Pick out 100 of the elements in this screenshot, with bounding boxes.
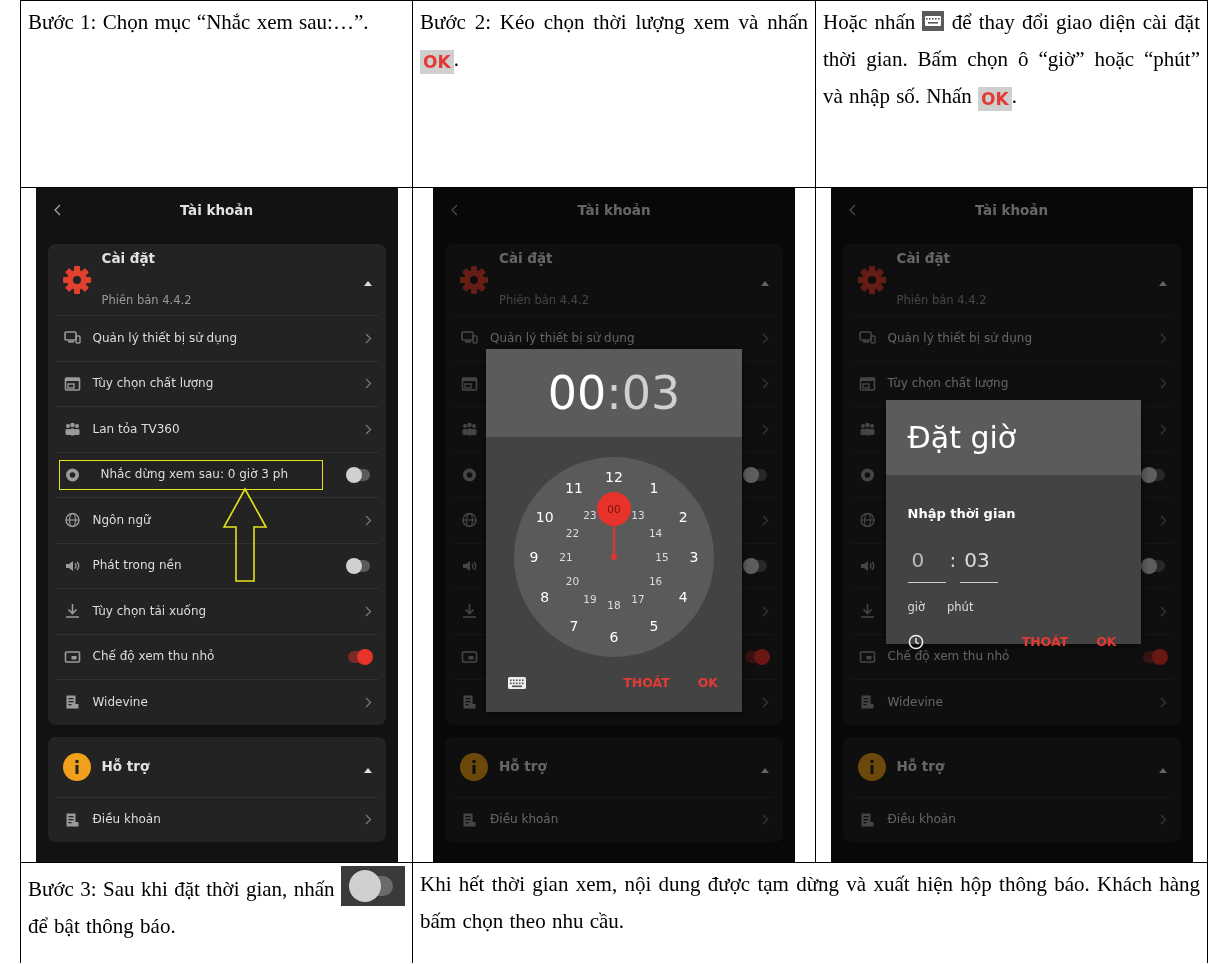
window-icon bbox=[858, 375, 876, 392]
clock-number[interactable]: 5 bbox=[649, 619, 659, 634]
people-icon bbox=[63, 421, 81, 438]
minutes-digits[interactable]: 03 bbox=[621, 374, 681, 412]
toggle-switch[interactable] bbox=[1142, 559, 1165, 572]
toggle-switch[interactable] bbox=[1142, 468, 1165, 481]
people-icon bbox=[461, 421, 478, 438]
setting-label[interactable]: Ngôn ngữ bbox=[92, 501, 151, 539]
chevron-right-icon bbox=[1159, 605, 1167, 617]
clock-number[interactable]: 3 bbox=[689, 550, 699, 564]
toggle-switch[interactable] bbox=[347, 650, 370, 663]
clock-number[interactable]: 22 bbox=[565, 527, 580, 539]
section-title: Cài đặt bbox=[896, 249, 952, 268]
chevron-right-icon bbox=[1159, 378, 1167, 390]
setting-label[interactable]: Chế độ xem thu nhỏ bbox=[92, 638, 215, 676]
clock-number[interactable]: 7 bbox=[569, 619, 579, 634]
chevron-right-icon bbox=[364, 378, 372, 390]
time-separator: : bbox=[949, 547, 957, 574]
toggle-switch[interactable] bbox=[347, 559, 370, 572]
clock-number[interactable]: 4 bbox=[678, 590, 688, 604]
clock-number[interactable]: 16 bbox=[648, 575, 663, 587]
clock-number[interactable]: 14 bbox=[648, 527, 663, 539]
keyboard-icon[interactable] bbox=[508, 676, 526, 689]
toggle-switch[interactable] bbox=[745, 650, 767, 663]
toggle-switch[interactable] bbox=[1142, 650, 1165, 663]
back-icon[interactable] bbox=[53, 204, 61, 216]
chevron-right-icon bbox=[1159, 423, 1167, 435]
minute-field[interactable]: 03 bbox=[960, 542, 999, 583]
chevron-right-icon bbox=[1159, 814, 1167, 826]
clock-dial[interactable]: 12 1 2 3 4 5 6 7 8 9 10 11 00 13 14 15 16 17 18 19 20 21 22 23 bbox=[514, 457, 714, 657]
clock-number[interactable]: 15 bbox=[655, 551, 669, 563]
setting-label[interactable]: Điều khoản bbox=[92, 801, 161, 839]
clock-number[interactable]: 1 bbox=[649, 480, 659, 495]
clock-number[interactable]: 2 bbox=[678, 510, 688, 524]
download-icon bbox=[63, 603, 81, 620]
clock-number[interactable]: 6 bbox=[609, 630, 619, 644]
clock-number[interactable]: 11 bbox=[565, 480, 583, 495]
clock-icon[interactable] bbox=[907, 633, 924, 650]
ok-badge: OK bbox=[978, 87, 1012, 111]
setting-label[interactable]: Phát trong nền bbox=[92, 547, 182, 585]
dialog-title: Đặt giờ bbox=[907, 419, 1017, 456]
clock-number[interactable]: 10 bbox=[535, 510, 554, 524]
toggle-icon bbox=[341, 866, 405, 906]
clock-number[interactable]: 9 bbox=[529, 550, 539, 564]
hours-digits[interactable]: 00 bbox=[547, 374, 607, 412]
caret-up-icon[interactable] bbox=[363, 281, 372, 286]
chevron-right-icon bbox=[364, 332, 372, 344]
download-icon bbox=[858, 603, 876, 620]
setting-label[interactable]: Widevine bbox=[92, 683, 148, 721]
picture-in-picture-icon bbox=[858, 648, 876, 665]
ok-badge: OK bbox=[420, 50, 454, 74]
globe-icon bbox=[858, 512, 876, 529]
picture-in-picture-icon bbox=[63, 648, 81, 665]
clock-number[interactable]: 20 bbox=[565, 575, 580, 587]
setting-label[interactable]: Quản lý thiết bị sử dụng bbox=[92, 319, 237, 357]
chevron-right-icon bbox=[762, 814, 769, 826]
setting-label[interactable]: Lan tỏa TV360 bbox=[92, 410, 180, 448]
chevron-right-icon bbox=[364, 423, 372, 435]
field-caption: giờ bbox=[907, 599, 926, 616]
setting-label[interactable]: Nhắc dừng xem sau: 0 giờ 3 ph bbox=[100, 456, 289, 494]
info-icon bbox=[61, 751, 92, 782]
setting-label[interactable]: Tùy chọn chất lượng bbox=[92, 365, 214, 403]
clock-number[interactable]: 21 bbox=[559, 551, 573, 563]
caret-up-icon[interactable] bbox=[363, 768, 372, 773]
clock-number[interactable]: 19 bbox=[583, 593, 597, 604]
document-icon bbox=[461, 811, 478, 828]
clock-number[interactable]: 13 bbox=[631, 510, 645, 521]
record-icon bbox=[461, 466, 478, 483]
clock-number[interactable]: 23 bbox=[583, 510, 597, 521]
info-icon bbox=[459, 751, 489, 782]
keyboard-icon bbox=[922, 11, 945, 31]
chevron-right-icon bbox=[364, 605, 372, 617]
setting-label[interactable]: Tùy chọn tải xuống bbox=[92, 592, 207, 630]
chevron-right-icon bbox=[762, 514, 769, 526]
clock-number[interactable]: 8 bbox=[540, 590, 550, 604]
chevron-right-icon bbox=[762, 605, 769, 617]
toggle-switch[interactable] bbox=[347, 468, 370, 481]
window-icon bbox=[63, 375, 81, 392]
chevron-right-icon bbox=[1159, 696, 1167, 708]
hour-field[interactable]: 0 bbox=[907, 542, 946, 583]
toggle-switch[interactable] bbox=[745, 559, 767, 572]
window-icon bbox=[461, 375, 478, 392]
chevron-right-icon bbox=[364, 814, 372, 826]
version-text: Phiên bản 4.4.2 bbox=[101, 292, 193, 309]
chevron-right-icon bbox=[1159, 514, 1167, 526]
prompt-text: Nhập thời gian bbox=[907, 505, 1017, 523]
section-title: Hỗ trợ bbox=[499, 757, 548, 776]
gear-icon bbox=[459, 264, 489, 295]
toggle-switch[interactable] bbox=[745, 468, 767, 481]
clock-number[interactable]: 18 bbox=[607, 599, 621, 611]
instruction-text: Khi hết thời gian xem, nội dung được tạm dừng và xuất hiện hộp thông báo. Khách hàng bấm chọn theo nhu cầu. bbox=[420, 871, 1200, 935]
instruction-text: Bước 3: Sau khi đặt thời gian, nhấn để bật thông báo. bbox=[28, 866, 405, 945]
clock-number[interactable]: 12 bbox=[605, 470, 623, 484]
chevron-right-icon bbox=[364, 696, 372, 708]
field-caption: phút bbox=[947, 599, 974, 616]
section-title: Hỗ trợ bbox=[896, 757, 946, 776]
chevron-right-icon bbox=[762, 378, 769, 390]
chevron-right-icon bbox=[762, 696, 769, 708]
clock-number[interactable]: 17 bbox=[631, 593, 645, 604]
download-icon bbox=[461, 603, 478, 620]
